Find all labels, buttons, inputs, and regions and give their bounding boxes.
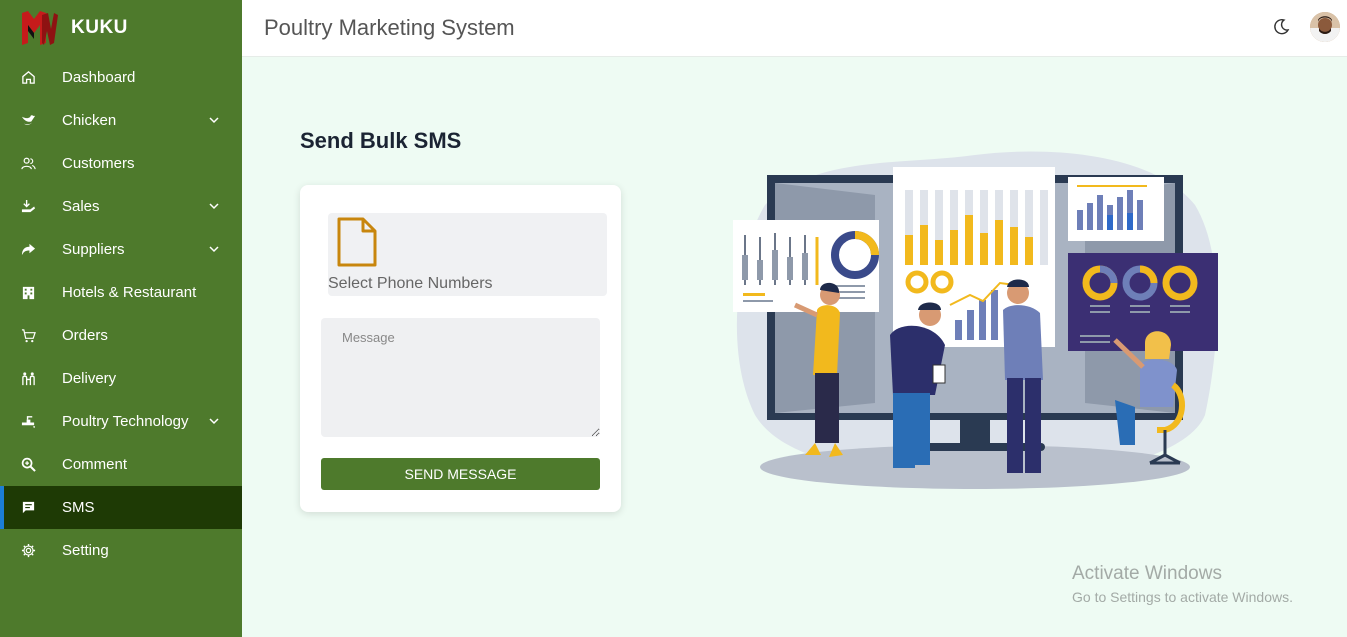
sidebar-item-delivery[interactable]: Delivery [0, 357, 242, 400]
gear-icon [20, 543, 36, 559]
sidebar-item-hotels-restaurant[interactable]: Hotels & Restaurant [0, 271, 242, 314]
sidebar-item-label: Setting [62, 542, 109, 559]
brand-logo [20, 9, 58, 47]
brand-name: KUKU [71, 17, 128, 38]
building-icon [20, 285, 36, 301]
sidebar-item-comment[interactable]: Comment [0, 443, 242, 486]
sidebar-item-sales[interactable]: Sales [0, 185, 242, 228]
sidebar-item-label: Dashboard [62, 69, 136, 86]
file-icon [337, 217, 377, 267]
watermark-subtitle: Go to Settings to activate Windows. [1072, 589, 1293, 605]
file-upload-area[interactable]: Select Phone Numbers [328, 213, 607, 296]
sidebar-item-label: Comment [62, 456, 128, 473]
watermark-title: Activate Windows [1072, 563, 1222, 584]
sidebar-item-label: Suppliers [62, 241, 125, 258]
sidebar-item-label: SMS [62, 499, 95, 516]
chevron-down-icon [209, 246, 219, 253]
sidebar-item-poultry-technology[interactable]: Poultry Technology [0, 400, 242, 443]
sales-icon [20, 199, 36, 215]
bird-icon [20, 113, 36, 129]
file-upload-label: Select Phone Numbers [328, 275, 493, 292]
chevron-down-icon [209, 117, 219, 124]
sidebar-item-orders[interactable]: Orders [0, 314, 242, 357]
moon-icon[interactable] [1272, 18, 1290, 36]
cart-icon [20, 328, 36, 344]
sidebar-item-label: Orders [62, 327, 108, 344]
share-icon [20, 242, 36, 258]
home-icon [20, 70, 36, 86]
sidebar-item-sms[interactable]: SMS [0, 486, 242, 529]
sidebar-item-suppliers[interactable]: Suppliers [0, 228, 242, 271]
users-icon [20, 156, 36, 172]
page-header-title: Poultry Marketing System [264, 15, 515, 40]
sidebar: KUKU Dashboard Chicken Customers Sales S… [0, 0, 242, 637]
sidebar-item-label: Customers [62, 155, 135, 172]
sidebar-item-label: Delivery [62, 370, 117, 387]
delivery-icon [20, 371, 36, 387]
sidebar-item-customers[interactable]: Customers [0, 142, 242, 185]
sidebar-item-label: Sales [62, 198, 100, 215]
chevron-down-icon [209, 418, 219, 425]
windows-activation-watermark: Activate Windows Go to Settings to activ… [1072, 563, 1293, 605]
avatar[interactable] [1310, 12, 1340, 42]
chevron-down-icon [209, 203, 219, 210]
sidebar-item-chicken[interactable]: Chicken [0, 99, 242, 142]
message-icon [20, 500, 36, 516]
sidebar-item-label: Hotels & Restaurant [62, 284, 197, 301]
message-field[interactable] [321, 318, 600, 437]
sidebar-item-label: Chicken [62, 112, 117, 129]
analytics-illustration [725, 145, 1230, 495]
sidebar-item-label: Poultry Technology [62, 413, 189, 430]
sidebar-item-dashboard[interactable]: Dashboard [0, 56, 242, 99]
tech-icon [20, 414, 36, 430]
send-message-button[interactable]: SEND MESSAGE [321, 458, 600, 490]
sms-form-card: Select Phone Numbers SEND MESSAGE [300, 185, 621, 512]
sidebar-nav: Dashboard Chicken Customers Sales Suppli… [0, 56, 242, 572]
page-title: Send Bulk SMS [300, 128, 462, 153]
brand[interactable]: KUKU [0, 0, 242, 56]
top-header: Poultry Marketing System [242, 0, 1347, 57]
sidebar-item-setting[interactable]: Setting [0, 529, 242, 572]
search-plus-icon [20, 457, 36, 473]
